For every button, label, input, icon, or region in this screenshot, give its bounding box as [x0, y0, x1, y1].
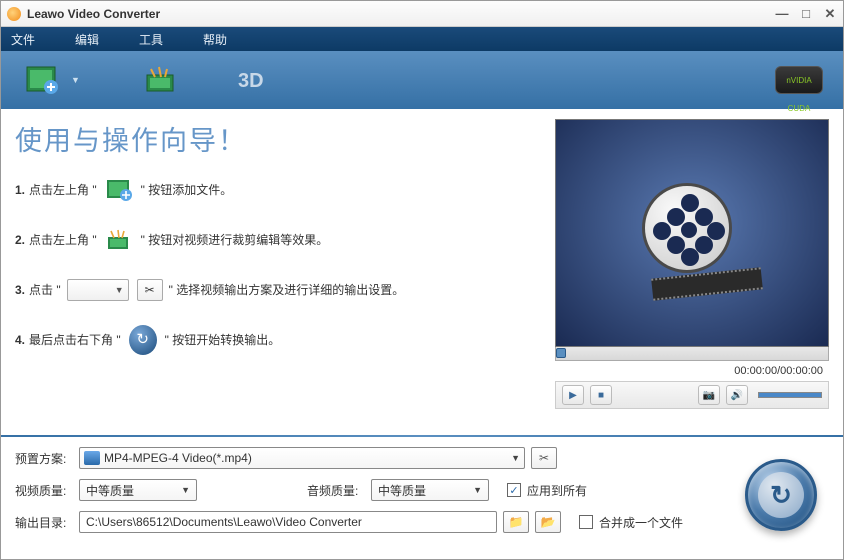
apply-all-checkbox[interactable]: ✓ [507, 483, 521, 497]
total-time: 00:00:00 [780, 365, 823, 377]
play-button[interactable]: ▶ [562, 385, 584, 405]
guide-panel: 使用与操作向导！ 1. 点击左上角 " " 按钮添加文件。 2. 点击左上角 "… [15, 119, 543, 429]
video-preview [555, 119, 829, 347]
chevron-down-icon: ▼ [181, 485, 190, 495]
chevron-down-icon: ▼ [511, 453, 520, 463]
audio-quality-label: 音频质量: [307, 482, 371, 499]
time-display: 00:00:00 / 00:00:00 [555, 361, 829, 381]
current-time: 00:00:00 [734, 365, 777, 377]
output-dir-value: C:\Users\86512\Documents\Leawo\Video Con… [86, 515, 362, 529]
guide-step-3: 3. 点击 " ▼ ✂ " 选择视频输出方案及进行详细的输出设置。 [15, 276, 543, 304]
convert-icon: ↻ [129, 326, 157, 354]
audio-quality-combo[interactable]: 中等质量 ▼ [371, 479, 489, 501]
merge-checkbox[interactable] [579, 515, 593, 529]
menu-bar: 文件 编辑 工具 帮助 [1, 27, 843, 51]
add-video-dropdown[interactable]: ▼ [71, 61, 83, 99]
audio-quality-value: 中等质量 [378, 482, 426, 499]
toolbar: ▼ 3D nVIDIA CUDA [1, 51, 843, 109]
browse-folder-button[interactable]: 📁 [503, 511, 529, 533]
edit-video-button[interactable] [139, 61, 181, 99]
minimize-button[interactable]: ― [775, 7, 789, 21]
add-video-button[interactable] [21, 61, 63, 99]
snapshot-button[interactable]: 📷 [698, 385, 720, 405]
chevron-down-icon: ▼ [473, 485, 482, 495]
app-logo-icon [7, 7, 21, 21]
svg-text:3D: 3D [238, 70, 264, 92]
guide-title: 使用与操作向导！ [15, 119, 543, 158]
preset-settings-button[interactable]: ✂ [531, 447, 557, 469]
step-number: 4. [15, 326, 25, 354]
seek-bar[interactable] [555, 347, 829, 361]
video-quality-value: 中等质量 [86, 482, 134, 499]
video-quality-label: 视频质量: [15, 482, 79, 499]
convert-icon: ↻ [758, 472, 804, 518]
film-reel-icon [642, 183, 742, 283]
step-number: 2. [15, 226, 25, 254]
step-number: 3. [15, 276, 25, 304]
step-number: 1. [15, 176, 25, 204]
menu-help[interactable]: 帮助 [203, 31, 227, 48]
stop-button[interactable]: ■ [590, 385, 612, 405]
preset-combo-icon: ▼ [67, 279, 129, 301]
player-controls: ▶ ■ 📷 🔊 [555, 381, 829, 409]
preset-value: MP4-MPEG-4 Video(*.mp4) [104, 451, 252, 465]
cuda-badge[interactable]: nVIDIA CUDA [775, 66, 823, 94]
convert-button[interactable]: ↻ [745, 459, 817, 531]
step-text: " 按钮对视频进行裁剪编辑等效果。 [141, 226, 329, 254]
bottom-panel: 预置方案: MP4-MPEG-4 Video(*.mp4) ▼ ✂ 视频质量: … [1, 437, 843, 557]
merge-label: 合并成一个文件 [599, 514, 683, 531]
volume-button[interactable]: 🔊 [726, 385, 748, 405]
guide-step-4: 4. 最后点击右下角 " ↻ " 按钮开始转换输出。 [15, 326, 543, 354]
output-dir-input[interactable]: C:\Users\86512\Documents\Leawo\Video Con… [79, 511, 497, 533]
step-text: 点击左上角 " [29, 226, 97, 254]
step-text: " 按钮开始转换输出。 [165, 326, 281, 354]
title-bar: Leawo Video Converter ― □ ✕ [1, 1, 843, 27]
guide-step-2: 2. 点击左上角 " " 按钮对视频进行裁剪编辑等效果。 [15, 226, 543, 254]
step-text: 点击左上角 " [29, 176, 97, 204]
apply-all-label: 应用到所有 [527, 482, 587, 499]
mp4-icon [84, 451, 100, 465]
output-dir-label: 输出目录: [15, 514, 79, 531]
add-video-icon [105, 176, 133, 204]
guide-step-1: 1. 点击左上角 " " 按钮添加文件。 [15, 176, 543, 204]
preset-label: 预置方案: [15, 450, 79, 467]
preview-panel: 00:00:00 / 00:00:00 ▶ ■ 📷 🔊 [555, 119, 829, 429]
step-text: " 选择视频输出方案及进行详细的输出设置。 [169, 276, 405, 304]
maximize-button[interactable]: □ [799, 7, 813, 21]
step-text: 点击 " [29, 276, 61, 304]
window-title: Leawo Video Converter [27, 7, 160, 21]
step-text: 最后点击右下角 " [29, 326, 121, 354]
open-folder-button[interactable]: 📂 [535, 511, 561, 533]
settings-icon: ✂ [137, 279, 163, 301]
step-text: " 按钮添加文件。 [141, 176, 233, 204]
video-quality-combo[interactable]: 中等质量 ▼ [79, 479, 197, 501]
volume-slider[interactable] [758, 392, 822, 398]
3d-button[interactable]: 3D [235, 61, 277, 99]
menu-edit[interactable]: 编辑 [75, 31, 99, 48]
menu-file[interactable]: 文件 [11, 31, 35, 48]
menu-tools[interactable]: 工具 [139, 31, 163, 48]
preset-combo[interactable]: MP4-MPEG-4 Video(*.mp4) ▼ [79, 447, 525, 469]
edit-video-icon [105, 226, 133, 254]
close-button[interactable]: ✕ [823, 7, 837, 21]
